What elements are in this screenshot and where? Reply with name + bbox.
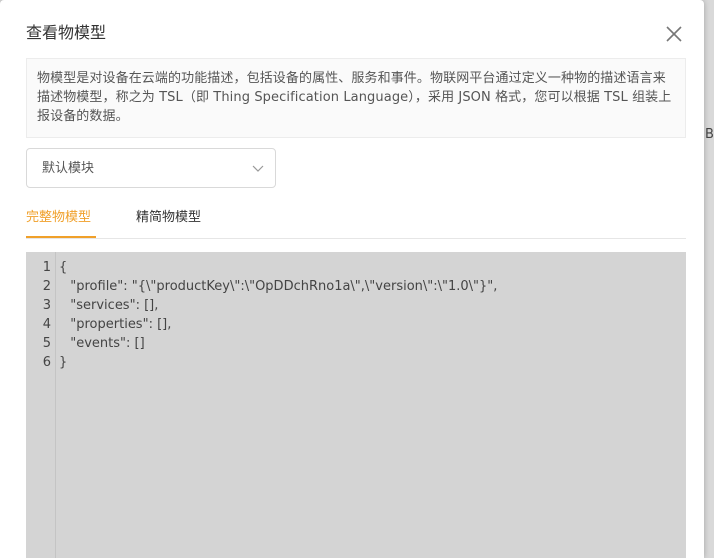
close-icon [666, 26, 682, 42]
line-number: 1 [42, 260, 51, 275]
chevron-down-icon [252, 165, 264, 172]
line-number: 4 [42, 317, 51, 332]
dialog-title: 查看物模型 [26, 23, 107, 42]
line-number: 3 [42, 298, 51, 313]
close-button[interactable] [662, 22, 686, 46]
code-line: } [59, 355, 68, 370]
background-edge-text: B [705, 127, 714, 142]
line-number: 5 [42, 336, 51, 351]
view-tsl-dialog: 查看物模型 物模型是对设备在云端的功能描述，包括设备的属性、服务和事件。物联网平… [0, 0, 704, 558]
code-line: "properties": [], [62, 317, 172, 332]
tsl-code-editor[interactable]: 1 2 3 4 5 6 { "profile": "{\"productKey\… [26, 252, 686, 558]
code-line: "services": [], [62, 298, 159, 313]
module-select[interactable]: 默认模块 [26, 148, 276, 188]
tab-full-tsl[interactable]: 完整物模型 [26, 208, 91, 228]
code-line: "events": [] [62, 336, 145, 351]
module-select-value: 默认模块 [42, 161, 95, 176]
line-number: 6 [42, 355, 51, 370]
tsl-tabs: 完整物模型 精简物模型 [26, 200, 686, 239]
code-line: "profile": "{\"productKey\":\"OpDDchRno1… [62, 279, 498, 294]
code-line: { [59, 260, 68, 275]
line-number: 2 [42, 279, 51, 294]
active-tab-indicator [26, 236, 96, 238]
tsl-description-notice: 物模型是对设备在云端的功能描述，包括设备的属性、服务和事件。物联网平台通过定义一… [26, 58, 686, 138]
tab-simple-tsl[interactable]: 精简物模型 [136, 208, 201, 228]
line-number-gutter: 1 2 3 4 5 6 [26, 252, 56, 558]
